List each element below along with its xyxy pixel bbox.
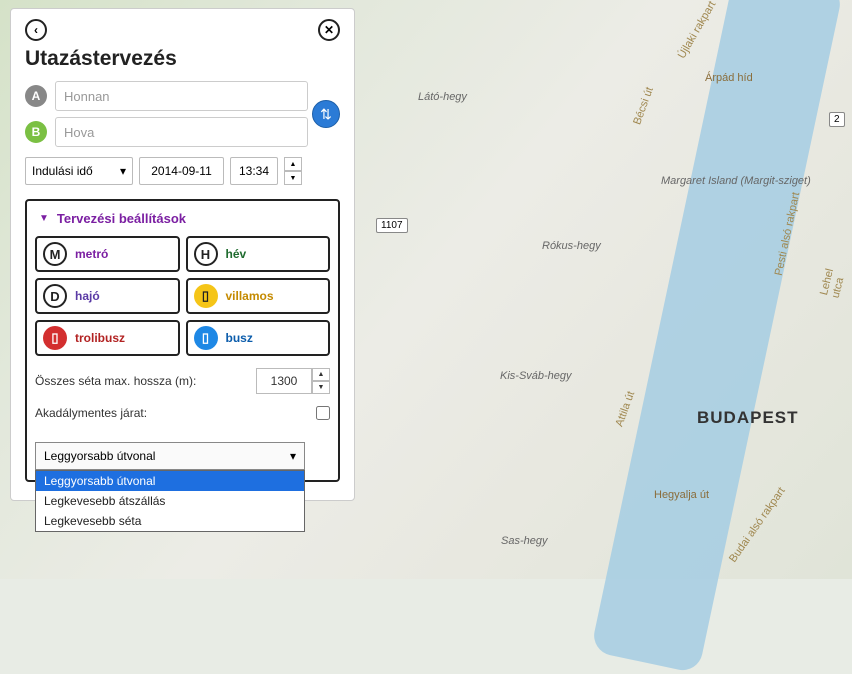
place-budai: Budai alsó rakpart [727, 485, 788, 565]
place-sas-hegy: Sas-hegy [501, 535, 547, 547]
mode-metro[interactable]: M metró [35, 236, 180, 272]
point-a-badge: A [25, 85, 47, 107]
city-label-budapest: BUDAPEST [697, 408, 799, 428]
villamos-icon: ▯ [194, 284, 218, 308]
optimize-selected-label: Leggyorsabb útvonal [44, 449, 155, 463]
mode-hajo[interactable]: D hajó [35, 278, 180, 314]
panel-title: Utazástervezés [25, 47, 340, 71]
metro-icon: M [43, 242, 67, 266]
place-lato-hegy: Látó-hegy [418, 91, 467, 103]
chevron-down-icon: ▾ [120, 164, 126, 178]
place-ujlaki: Újlaki rakpart [676, 0, 718, 61]
mode-label-trolibusz: trolibusz [75, 331, 125, 345]
mode-hev[interactable]: H hév [186, 236, 331, 272]
place-attila: Attila út [613, 390, 637, 429]
road-shield-1107: 1107 [376, 218, 408, 233]
accessible-label: Akadálymentes járat: [35, 406, 147, 420]
time-input[interactable]: 13:34 [230, 157, 278, 185]
hajo-icon: D [43, 284, 67, 308]
busz-icon: ▯ [194, 326, 218, 350]
place-margit: Margaret Island (Margit-sziget) [661, 175, 811, 187]
from-input[interactable] [55, 81, 308, 111]
mode-label-hev: hév [226, 247, 247, 261]
hev-icon: H [194, 242, 218, 266]
accessible-checkbox[interactable] [316, 406, 330, 420]
mode-trolibusz[interactable]: ▯ trolibusz [35, 320, 180, 356]
optimize-dropdown: Leggyorsabb útvonal Legkevesebb átszállá… [35, 470, 305, 532]
optimize-option-fastest[interactable]: Leggyorsabb útvonal [36, 471, 304, 491]
close-button[interactable]: ✕ [318, 19, 340, 41]
place-lehel: Lehel utca [818, 259, 850, 300]
time-down-button[interactable]: ▼ [284, 171, 302, 185]
optimize-select[interactable]: Leggyorsabb útvonal ▾ [35, 442, 305, 470]
mode-label-hajo: hajó [75, 289, 100, 303]
settings-header-label: Tervezési beállítások [57, 211, 186, 226]
date-input[interactable]: 2014-09-11 [139, 157, 224, 185]
place-kis-svab: Kis-Sváb-hegy [500, 370, 572, 382]
walk-distance-label: Összes séta max. hossza (m): [35, 374, 196, 388]
time-type-select[interactable]: Indulási idő ▾ [25, 157, 133, 185]
mode-label-villamos: villamos [226, 289, 274, 303]
river-danube [590, 0, 843, 674]
triangle-down-icon: ▼ [39, 213, 49, 224]
time-type-label: Indulási idő [32, 164, 93, 178]
settings-toggle[interactable]: ▼ Tervezési beállítások [35, 211, 330, 226]
place-hegyalja: Hegyalja út [654, 489, 709, 501]
planning-settings-box: ▼ Tervezési beállítások M metró H hév D … [25, 199, 340, 482]
mode-villamos[interactable]: ▯ villamos [186, 278, 331, 314]
place-arpad-hid: Árpád híd [705, 72, 753, 84]
trolibusz-icon: ▯ [43, 326, 67, 350]
back-button[interactable]: ‹ [25, 19, 47, 41]
to-input[interactable] [55, 117, 308, 147]
time-up-button[interactable]: ▲ [284, 157, 302, 171]
point-b-badge: B [25, 121, 47, 143]
mode-label-metro: metró [75, 247, 108, 261]
walk-down-button[interactable]: ▼ [312, 381, 330, 394]
optimize-option-least-walk[interactable]: Legkevesebb séta [36, 511, 304, 531]
trip-planner-panel: ‹ ✕ Utazástervezés A B ⇅ Indulási idő ▾ … [10, 8, 355, 501]
mode-label-busz: busz [226, 331, 253, 345]
walk-distance-input[interactable]: 1300 [256, 368, 312, 394]
optimize-option-fewest-transfers[interactable]: Legkevesebb átszállás [36, 491, 304, 511]
place-rokus-hegy: Rókus-hegy [542, 240, 601, 252]
road-shield-2: 2 [829, 112, 845, 127]
chevron-down-icon: ▾ [290, 449, 296, 463]
walk-up-button[interactable]: ▲ [312, 368, 330, 381]
mode-busz[interactable]: ▯ busz [186, 320, 331, 356]
place-becsi: Bécsi út [631, 86, 656, 127]
swap-button[interactable]: ⇅ [312, 100, 340, 128]
